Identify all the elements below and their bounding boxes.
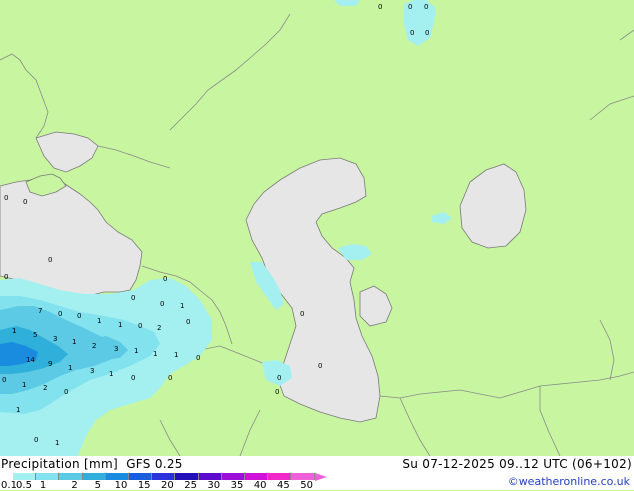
legend-swatch bbox=[105, 473, 129, 480]
legend-tick-label: 50 bbox=[300, 480, 313, 491]
precip-value-label: 3 bbox=[114, 345, 118, 353]
precip-value-label: 0 bbox=[275, 388, 279, 396]
legend-tick-label: 35 bbox=[230, 480, 244, 491]
precip-value-label: 0 bbox=[425, 29, 429, 37]
legend-swatch bbox=[13, 473, 37, 480]
legend-tick-label: 0.1 bbox=[1, 480, 17, 491]
precip-value-label: 1 bbox=[118, 321, 122, 329]
legend-swatch bbox=[152, 473, 176, 480]
legend-tick-label: 10 bbox=[114, 480, 128, 491]
precip-value-label: 1 bbox=[16, 406, 20, 414]
precip-value-label: 0 bbox=[186, 318, 190, 326]
precip-value-label: 1 bbox=[22, 381, 26, 389]
precip-value-label: 0 bbox=[34, 436, 38, 444]
precip-value-label: 0 bbox=[48, 256, 52, 264]
precip-value-label: 2 bbox=[92, 342, 96, 350]
precip-value-label: 1 bbox=[153, 350, 157, 358]
precip-value-label: 9 bbox=[48, 360, 52, 368]
map-canvas: 0 0 0 0 0 0 0 0 0 0 7 0 0 1 1 0 2 0 1 1 … bbox=[0, 0, 634, 456]
precip-value-label: 7 bbox=[38, 307, 42, 315]
precip-value-label: 2 bbox=[43, 384, 47, 392]
precip-value-label: 1 bbox=[55, 439, 59, 447]
precip-value-label: 5 bbox=[33, 331, 37, 339]
legend-tick-label: 15 bbox=[137, 480, 151, 491]
legend-tick-label: 2 bbox=[71, 480, 78, 491]
legend-swatch bbox=[82, 473, 106, 480]
precip-value-label: 0 bbox=[196, 354, 200, 362]
model-name: GFS 0.25 bbox=[126, 457, 183, 471]
precip-value-label: 0 bbox=[77, 312, 81, 320]
legend-swatch bbox=[245, 473, 269, 480]
precip-value-label: 0 bbox=[131, 374, 135, 382]
precip-value-label: 1 bbox=[134, 347, 138, 355]
precip-value-label: 3 bbox=[90, 367, 94, 375]
precip-value-label: 0 bbox=[163, 275, 167, 283]
map-footer: Precipitation [mm] GFS 0.25 Su 07-12-202… bbox=[0, 456, 634, 491]
precip-value-label: 1 bbox=[68, 364, 72, 372]
legend-tick-label: 40 bbox=[253, 480, 267, 491]
precip-value-label: 0 bbox=[160, 300, 164, 308]
precip-value-label: 0 bbox=[23, 198, 27, 206]
weather-map: 0 0 0 0 0 0 0 0 0 0 7 0 0 1 1 0 2 0 1 1 … bbox=[0, 0, 634, 456]
precip-value-label: 0 bbox=[58, 310, 62, 318]
legend-tick-label: 20 bbox=[161, 480, 174, 491]
credit-link[interactable]: ©weatheronline.co.uk bbox=[508, 475, 630, 488]
precip-value-label: 0 bbox=[277, 374, 281, 382]
product-name: Precipitation [mm] bbox=[1, 457, 118, 471]
legend-swatch bbox=[221, 473, 245, 480]
precip-value-label: 0 bbox=[64, 388, 68, 396]
precip-value-label: 0 bbox=[300, 310, 304, 318]
precip-value-label: 0 bbox=[378, 3, 382, 11]
valid-time: Su 07-12-2025 09..12 UTC (06+102) bbox=[402, 457, 632, 471]
legend-tick-label: 5 bbox=[94, 480, 101, 491]
precip-value-label: 0 bbox=[2, 376, 6, 384]
legend-tick-label: 25 bbox=[184, 480, 197, 491]
legend-tick-label: 0.5 bbox=[16, 480, 32, 491]
precip-value-label: 14 bbox=[26, 356, 35, 364]
legend-tick-label: 1 bbox=[39, 480, 47, 491]
precip-value-label: 2 bbox=[157, 324, 161, 332]
precip-value-label: 0 bbox=[410, 29, 414, 37]
precip-value-label: 0 bbox=[408, 3, 412, 11]
legend-arrow bbox=[314, 473, 327, 481]
precip-value-label: 1 bbox=[180, 302, 184, 310]
precip-value-label: 0 bbox=[4, 273, 8, 281]
precip-value-label: 0 bbox=[4, 194, 8, 202]
precip-value-label: 1 bbox=[12, 327, 16, 335]
precip-value-label: 3 bbox=[53, 335, 57, 343]
precip-value-label: 0 bbox=[424, 3, 428, 11]
legend-swatch bbox=[59, 473, 83, 480]
precip-value-label: 1 bbox=[72, 338, 76, 346]
legend-tick-label: 45 bbox=[277, 480, 290, 491]
legend-swatch bbox=[36, 473, 60, 480]
legend-swatch bbox=[175, 473, 199, 480]
product-title: Precipitation [mm] GFS 0.25 bbox=[1, 457, 183, 471]
precip-value-label: 0 bbox=[138, 322, 142, 330]
precip-value-label: 1 bbox=[97, 317, 101, 325]
precip-value-label: 1 bbox=[174, 351, 178, 359]
legend-swatch bbox=[291, 473, 315, 480]
legend-swatch bbox=[129, 473, 153, 480]
legend-swatch bbox=[268, 473, 292, 480]
precip-value-label: 0 bbox=[318, 362, 322, 370]
precip-value-label: 0 bbox=[168, 374, 172, 382]
legend-swatch bbox=[198, 473, 222, 480]
precip-value-label: 1 bbox=[109, 370, 113, 378]
legend-tick-label: 30 bbox=[207, 480, 221, 491]
precip-value-label: 0 bbox=[131, 294, 135, 302]
color-legend: 0.1 0.5 1 2 5 10 15 20 25 30 35 40 45 50 bbox=[1, 473, 333, 491]
